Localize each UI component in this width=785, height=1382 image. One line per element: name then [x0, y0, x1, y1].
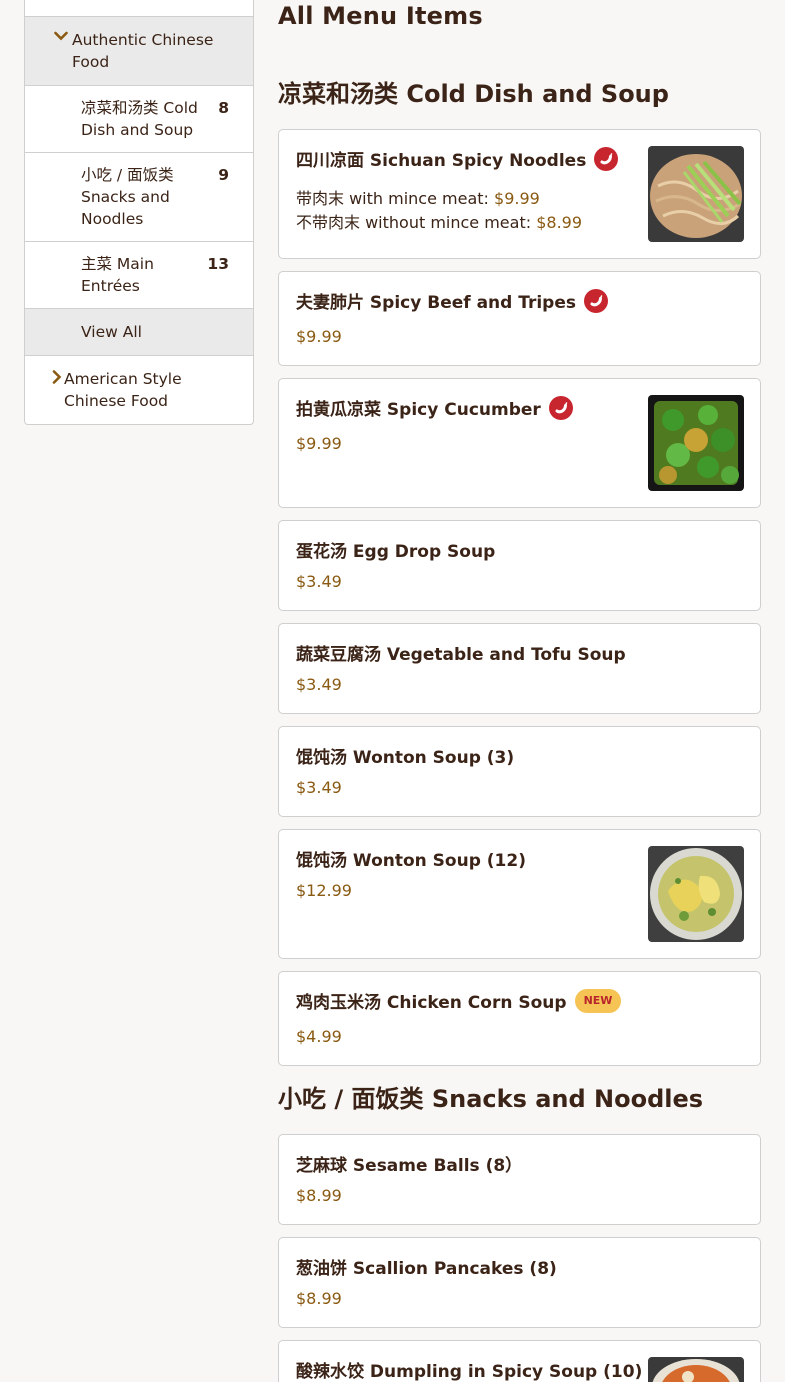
menu-item-name: 蔬菜豆腐汤 Vegetable and Tofu Soup [296, 640, 626, 665]
sidebar-item-snacks-noodles[interactable]: 小吃 / 面饭类 Snacks and Noodles 9 [25, 153, 253, 242]
menu-item-price: $8.99 [296, 1289, 342, 1308]
menu-item-card[interactable]: 拍黄瓜凉菜 Spicy Cucumber $9.99 [278, 378, 761, 508]
menu-item-name: 蛋花汤 Egg Drop Soup [296, 537, 495, 562]
menu-item-card[interactable]: 葱油饼 Scallion Pancakes (8) $8.99 [278, 1237, 761, 1328]
price-option-label: 不带肉末 without mince meat: [296, 213, 532, 232]
menu-item-image[interactable] [648, 846, 744, 942]
menu-item-card[interactable]: 馄饨汤 Wonton Soup (12) $12.99 [278, 829, 761, 959]
menu-item-name-text: 馄饨汤 Wonton Soup (12) [296, 851, 526, 871]
sidebar-item-count: 9 [218, 166, 229, 184]
sidebar-item-view-all[interactable]: View All [25, 309, 253, 356]
menu-item-card[interactable]: 馄饨汤 Wonton Soup (3) $3.49 [278, 726, 761, 817]
menu-item-name-text: 鸡肉玉米汤 Chicken Corn Soup [296, 993, 567, 1013]
sidebar-group-authentic-chinese[interactable]: Authentic Chinese Food [25, 17, 253, 86]
chevron-down-icon [51, 31, 71, 41]
menu-item-name-text: 馄饨汤 Wonton Soup (3) [296, 748, 515, 768]
menu-item-name: 夫妻肺片 Spicy Beef and Tripes [296, 288, 608, 313]
menu-item-price: $3.49 [296, 675, 342, 694]
menu-item-name-text: 蔬菜豆腐汤 Vegetable and Tofu Soup [296, 645, 626, 665]
price-option-label: 带肉末 with mince meat: [296, 189, 489, 208]
menu-item-name: 馄饨汤 Wonton Soup (3) [296, 743, 514, 768]
menu-item-price: $8.99 [296, 1186, 342, 1205]
sidebar-item-main-entrees[interactable]: 主菜 Main Entrées 13 [25, 242, 253, 309]
menu-item-name: 葱油饼 Scallion Pancakes (8) [296, 1254, 557, 1279]
section-title-cold-dish-soup: 凉菜和汤类 Cold Dish and Soup [278, 80, 669, 108]
menu-item-name: 芝麻球 Sesame Balls (8） [296, 1151, 522, 1176]
menu-item-card[interactable]: 鸡肉玉米汤 Chicken Corn Soup NEW $4.99 [278, 971, 761, 1066]
sidebar-group-label: American Style Chinese Food [64, 370, 182, 410]
menu-item-price: $3.49 [296, 778, 342, 797]
menu-item-name: 酸辣水饺 Dumpling in Spicy Soup (10) [296, 1357, 675, 1382]
menu-item-name: 拍黄瓜凉菜 Spicy Cucumber [296, 395, 573, 420]
menu-item-price: $9.99 [296, 327, 342, 346]
page-title: All Menu Items [278, 2, 483, 30]
menu-item-price: $12.99 [296, 881, 352, 900]
price-option-value: $9.99 [494, 189, 540, 208]
section-title-snacks-noodles: 小吃 / 面饭类 Snacks and Noodles [278, 1085, 704, 1113]
menu-item-card[interactable]: 夫妻肺片 Spicy Beef and Tripes $9.99 [278, 271, 761, 366]
menu-item-card[interactable]: 酸辣水饺 Dumpling in Spicy Soup (10) [278, 1340, 761, 1382]
menu-item-name-text: 夫妻肺片 Spicy Beef and Tripes [296, 293, 576, 313]
sidebar-item-label: 小吃 / 面饭类 Snacks and Noodles [81, 166, 174, 228]
sidebar-item-label: 凉菜和汤类 Cold Dish and Soup [81, 99, 198, 139]
menu-item-name-text: 四川凉面 Sichuan Spicy Noodles [296, 151, 587, 171]
menu-item-image[interactable] [648, 146, 744, 242]
sidebar-top-row[interactable] [25, 0, 253, 17]
menu-item-name: 馄饨汤 Wonton Soup (12) [296, 846, 526, 871]
sidebar-group-label: Authentic Chinese Food [72, 31, 214, 71]
menu-item-name-text: 拍黄瓜凉菜 Spicy Cucumber [296, 400, 541, 420]
menu-item-price: $3.49 [296, 572, 342, 591]
menu-item-card[interactable]: 蔬菜豆腐汤 Vegetable and Tofu Soup $3.49 [278, 623, 761, 714]
menu-item-card[interactable]: 芝麻球 Sesame Balls (8） $8.99 [278, 1134, 761, 1225]
category-sidebar: Authentic Chinese Food 凉菜和汤类 Cold Dish a… [24, 0, 254, 425]
chili-pepper-icon [548, 395, 573, 420]
price-option-value: $8.99 [536, 213, 583, 232]
chili-pepper-icon [584, 288, 608, 313]
menu-item-name-text: 芝麻球 Sesame Balls (8） [296, 1156, 523, 1176]
menu-item-price: $4.99 [296, 1027, 342, 1046]
menu-item-name-text: 蛋花汤 Egg Drop Soup [296, 542, 496, 562]
price-option: 带肉末 with mince meat: $9.99 [296, 185, 540, 209]
sidebar-item-count: 13 [207, 255, 229, 273]
sidebar-item-count: 8 [218, 99, 229, 117]
menu-item-price: $9.99 [296, 434, 342, 453]
menu-item-card[interactable]: 四川凉面 Sichuan Spicy Noodles 带肉末 with minc… [278, 129, 761, 259]
new-badge: NEW [574, 988, 622, 1013]
menu-item-image[interactable] [648, 1357, 744, 1382]
menu-item-name: 四川凉面 Sichuan Spicy Noodles [296, 146, 619, 171]
sidebar-group-american-style[interactable]: American Style Chinese Food [25, 356, 253, 424]
menu-item-card[interactable]: 蛋花汤 Egg Drop Soup $3.49 [278, 520, 761, 611]
menu-item-name: 鸡肉玉米汤 Chicken Corn Soup NEW [296, 988, 622, 1013]
sidebar-item-label: 主菜 Main Entrées [81, 255, 154, 295]
menu-item-name-text: 酸辣水饺 Dumpling in Spicy Soup (10) [296, 1362, 643, 1382]
price-option: 不带肉末 without mince meat: $8.99 [296, 209, 582, 233]
sidebar-item-label: View All [81, 323, 142, 341]
menu-item-image[interactable] [648, 395, 744, 491]
chili-pepper-icon [594, 146, 619, 171]
menu-item-name-text: 葱油饼 Scallion Pancakes (8) [296, 1259, 557, 1279]
sidebar-item-cold-dish-soup[interactable]: 凉菜和汤类 Cold Dish and Soup 8 [25, 86, 253, 153]
